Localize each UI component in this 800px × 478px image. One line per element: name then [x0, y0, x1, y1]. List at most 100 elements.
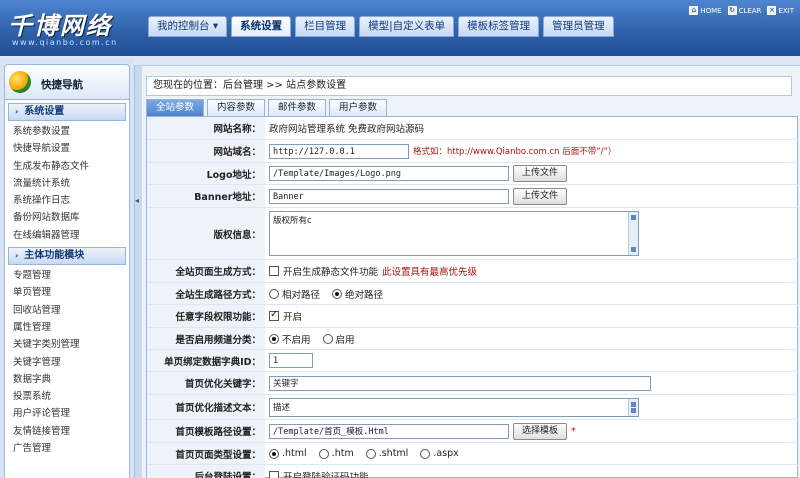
- sidebar-item-system-params[interactable]: 系统参数设置: [5, 123, 129, 140]
- form-row-logo: Logo地址： /Template/Images/Logo.png 上传文件: [147, 163, 799, 185]
- nav-tab-console[interactable]: 我的控制台 ▾: [148, 16, 228, 37]
- form-row-channel-cat: 是否启用频道分类： 不启用 启用: [147, 328, 799, 350]
- static-gen-option-label: 开启生成静态文件功能: [283, 267, 379, 278]
- exit-button[interactable]: × EXIT: [767, 6, 794, 15]
- login-settings-label: 后台登陆设置：: [147, 465, 265, 478]
- sidebar-item-topics[interactable]: 专题管理: [5, 267, 129, 284]
- logo-label: Logo地址：: [147, 163, 265, 184]
- radio-html[interactable]: [269, 448, 279, 459]
- sidebar-item-voting[interactable]: 投票系统: [5, 388, 129, 405]
- dict-id-label: 单页绑定数据字典ID：: [147, 350, 265, 371]
- radio-channel-off[interactable]: [269, 333, 279, 344]
- upload-banner-button[interactable]: 上传文件: [513, 187, 568, 205]
- sidebar-item-traffic-stats[interactable]: 流量统计系统: [5, 175, 129, 192]
- top-navigation: 我的控制台 ▾ 系统设置 栏目管理 模型|自定义表单 模板标签管理 管理员管理: [148, 16, 614, 38]
- nav-tab-template-tags[interactable]: 模板标签管理: [458, 16, 540, 37]
- header-tools: ⌂ HOME ↻ CLEAR × EXIT: [689, 6, 794, 15]
- form-row-seo-desc: 首页优化描述文本： 描述: [147, 395, 799, 420]
- static-gen-note: 此设置具有最高优先级: [382, 267, 478, 278]
- form-row-field-perm: 任意字段权限功能： 开启: [147, 305, 799, 328]
- sidebar-item-quick-nav-settings[interactable]: 快捷导航设置: [5, 140, 129, 157]
- radio-shtml[interactable]: [365, 448, 376, 459]
- form-row-site-name: 网站名称： 政府网站管理系统 免费政府网站源码: [147, 117, 799, 140]
- sidebar-item-editor-management[interactable]: 在线编辑器管理: [5, 227, 129, 244]
- site-name-value: 政府网站管理系统 免费政府网站源码: [269, 124, 425, 135]
- form-row-banner: Banner地址： Banner 上传文件: [147, 185, 799, 208]
- sidebar-splitter[interactable]: ◂: [134, 66, 142, 478]
- site-domain-input[interactable]: http://127.0.0.1: [269, 143, 409, 159]
- radio-channel-on[interactable]: [322, 333, 333, 344]
- field-perm-checkbox[interactable]: [269, 309, 279, 321]
- login-captcha-checkbox[interactable]: [269, 470, 279, 478]
- nav-tab-models-forms[interactable]: 模型|自定义表单: [359, 16, 455, 37]
- clear-button[interactable]: ↻ CLEAR: [727, 6, 761, 15]
- chevron-right-icon: ›: [15, 107, 19, 116]
- clear-icon: ↻: [727, 6, 737, 15]
- header-bar: 千博网络 www.qianbo.com.cn 我的控制台 ▾ 系统设置 栏目管理…: [0, 0, 800, 56]
- radio-absolute[interactable]: [332, 288, 343, 299]
- nav-tab-admin-management[interactable]: 管理员管理: [543, 16, 614, 37]
- tab-site-params[interactable]: 全站参数: [146, 99, 205, 116]
- page-type-html[interactable]: .html: [269, 448, 307, 459]
- home-button[interactable]: ⌂ HOME: [689, 6, 722, 15]
- page-type-aspx[interactable]: .aspx: [420, 448, 459, 459]
- banner-path-input[interactable]: Banner: [269, 188, 509, 204]
- template-path-input[interactable]: /Template/首页_模板.Html: [269, 423, 509, 439]
- radio-htm[interactable]: [318, 448, 329, 459]
- radio-aspx[interactable]: [420, 448, 431, 459]
- sidebar-menu: › 系统设置 系统参数设置 快捷导航设置 生成发布静态文件 流量统计系统 系统操作…: [4, 100, 130, 478]
- sidebar-item-operation-log[interactable]: 系统操作日志: [5, 192, 129, 209]
- nav-tab-column-management[interactable]: 栏目管理: [295, 16, 356, 37]
- sidebar-item-backup-db[interactable]: 备份网站数据库: [5, 209, 129, 226]
- exit-icon: ×: [767, 6, 777, 15]
- page-type-htm[interactable]: .htm: [318, 448, 354, 459]
- page-type-shtml[interactable]: .shtml: [365, 448, 408, 459]
- path-mode-label: 全站生成路径方式：: [147, 283, 265, 304]
- path-mode-absolute[interactable]: 绝对路径: [332, 287, 383, 301]
- home-icon: ⌂: [689, 6, 699, 15]
- site-domain-hint: 格式如：http://www.Qianbo.com.cn 后面不带“/”）: [413, 147, 617, 157]
- nav-tab-system-settings[interactable]: 系统设置: [231, 16, 292, 37]
- seo-keywords-label: 首页优化关键字：: [147, 372, 265, 394]
- sidebar-section-system[interactable]: › 系统设置: [8, 103, 126, 121]
- textarea-scrollbar[interactable]: [628, 212, 638, 255]
- login-captcha-label: 开启登陆验证码功能: [283, 471, 369, 478]
- path-mode-relative[interactable]: 相对路径: [269, 287, 320, 301]
- upload-logo-button[interactable]: 上传文件: [513, 165, 568, 182]
- tab-mail-params[interactable]: 邮件参数: [268, 99, 327, 116]
- seo-desc-textarea[interactable]: 描述: [269, 397, 639, 417]
- channel-cat-label: 是否启用频道分类：: [147, 328, 265, 349]
- copyright-textarea[interactable]: 版权所有c: [269, 211, 639, 256]
- form-row-dict-id: 单页绑定数据字典ID： 1: [147, 350, 799, 372]
- sidebar-item-keyword-categories[interactable]: 关键字类别管理: [5, 336, 129, 353]
- field-perm-label: 任意字段权限功能：: [147, 305, 265, 327]
- select-template-button[interactable]: 选择模板: [513, 422, 568, 440]
- channel-cat-on[interactable]: 启用: [322, 332, 355, 346]
- sidebar-item-data-dictionary[interactable]: 数据字典: [5, 371, 129, 388]
- static-gen-checkbox[interactable]: [269, 266, 279, 276]
- sidebar-item-recycle-bin[interactable]: 回收站管理: [5, 302, 129, 319]
- dict-id-input[interactable]: 1: [269, 353, 313, 368]
- sidebar-item-keywords[interactable]: 关键字管理: [5, 354, 129, 371]
- banner-label: Banner地址：: [147, 185, 265, 207]
- collapse-arrow-icon: ◂: [135, 196, 140, 205]
- settings-form: 网站名称： 政府网站管理系统 免费政府网站源码 网站域名： http://127…: [146, 116, 799, 478]
- radio-relative[interactable]: [269, 288, 279, 299]
- quick-nav-header: 快捷导航: [4, 64, 130, 100]
- channel-cat-off[interactable]: 不启用: [269, 332, 311, 346]
- sidebar-item-comments[interactable]: 用户评论管理: [5, 405, 129, 422]
- logo-path-input[interactable]: /Template/Images/Logo.png: [269, 166, 509, 181]
- sidebar-section-main-modules[interactable]: › 主体功能模块: [8, 247, 126, 266]
- sidebar-item-friend-links[interactable]: 友情链接管理: [5, 423, 129, 440]
- tab-content-params[interactable]: 内容参数: [207, 99, 266, 116]
- copyright-label: 版权信息：: [147, 208, 265, 259]
- textarea-scrollbar[interactable]: [628, 398, 638, 416]
- sidebar-item-attributes[interactable]: 属性管理: [5, 319, 129, 336]
- sidebar-item-generate-static[interactable]: 生成发布静态文件: [5, 158, 129, 175]
- sidebar-item-ads[interactable]: 广告管理: [5, 440, 129, 457]
- seo-keywords-input[interactable]: 关键字: [269, 375, 651, 391]
- logo-subtitle: www.qianbo.com.cn: [12, 38, 118, 47]
- form-row-static-gen: 全站页面生成方式： 开启生成静态文件功能 此设置具有最高优先级: [147, 260, 799, 283]
- sidebar-item-single-pages[interactable]: 单页管理: [5, 284, 129, 301]
- tab-user-params[interactable]: 用户参数: [329, 99, 388, 116]
